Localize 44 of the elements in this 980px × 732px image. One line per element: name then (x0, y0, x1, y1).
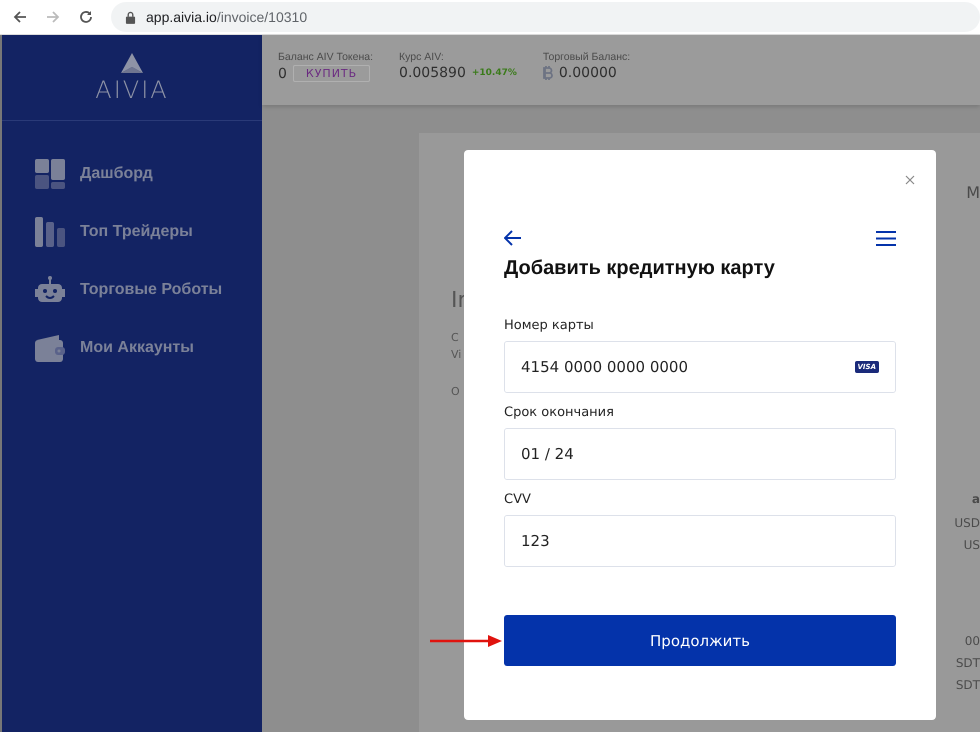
wallet-icon (35, 334, 65, 362)
background-text: Vi (451, 347, 462, 363)
address-bar[interactable]: app.aivia.io/invoice/10310 (111, 2, 980, 32)
url-text: app.aivia.io/invoice/10310 (146, 9, 308, 25)
background-text: O (451, 385, 461, 398)
field-label: CVV (504, 492, 532, 507)
sidebar-item[interactable]: Мои Аккаунты (35, 333, 262, 363)
stat-value: 0.005890 (399, 65, 466, 81)
robot-icon (35, 276, 65, 304)
pointer-arrow (430, 635, 502, 647)
stat-label: Торговый Баланс: (542, 51, 630, 63)
sidebar-item[interactable]: Топ Трейдеры (35, 217, 262, 247)
field-label: Срок окончания (504, 405, 615, 420)
back-arrow-icon[interactable] (504, 230, 522, 246)
lock-icon (125, 10, 136, 24)
rate-change: +10.47% (472, 68, 517, 78)
bitcoin-icon (542, 66, 553, 80)
background-text: SDT (956, 656, 980, 670)
background-text: US (964, 538, 980, 552)
close-icon[interactable] (905, 175, 915, 185)
background-text: 00 (964, 634, 980, 648)
input-field[interactable]: 123 (504, 515, 896, 567)
stat-label: Баланс AIV Токена: (278, 51, 374, 63)
stat-label: Курс AIV: (399, 51, 445, 63)
continue-button[interactable]: Продолжить (504, 615, 896, 666)
modal-title: Добавить кредитную карту (504, 257, 776, 280)
bar-chart-icon (35, 217, 65, 247)
reload-icon[interactable] (78, 9, 94, 25)
background-text: M (966, 183, 980, 202)
logo-icon (119, 52, 145, 74)
field-label: Номер карты (504, 318, 595, 333)
background-text: C (451, 330, 460, 346)
menu-icon[interactable] (876, 230, 896, 246)
background-text: USD (954, 516, 980, 530)
background-text: a (972, 492, 980, 506)
sidebar-item[interactable]: Дашборд (35, 159, 262, 189)
sidebar-item[interactable]: Торговые Роботы (35, 275, 262, 305)
dashboard-icon (35, 159, 65, 189)
stat-value: 0.00000 (558, 65, 617, 81)
stat-value: 0 (278, 66, 287, 82)
input-field[interactable]: 01 / 24 (504, 428, 896, 480)
background-text: SDT (956, 678, 980, 692)
back-icon[interactable] (12, 9, 28, 25)
logo-text: AIVIA (95, 76, 169, 102)
